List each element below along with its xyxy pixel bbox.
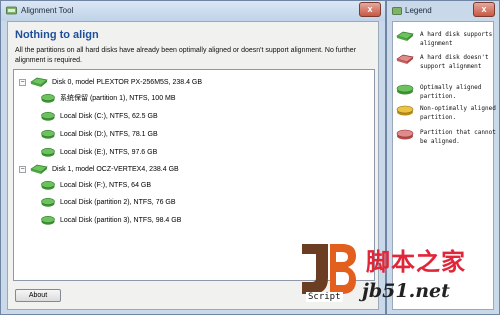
legend-text: Non-optimally aligned partition. [420, 105, 496, 121]
window-title: Alignment Tool [21, 6, 74, 15]
tree-partition[interactable]: Local Disk (F:), NTFS, 64 GB [41, 178, 151, 192]
partition-label: Local Disk (partition 2), NTFS, 76 GB [60, 198, 176, 206]
partition-aligned-icon [41, 197, 55, 207]
tree-partition[interactable]: Local Disk (D:), NTFS, 78.1 GB [41, 127, 158, 141]
partition-label: Local Disk (D:), NTFS, 78.1 GB [60, 130, 158, 138]
partition-aligned-icon [396, 84, 414, 95]
partition-aligned-icon [41, 93, 55, 103]
title-bar[interactable]: Alignment Tool x [1, 1, 385, 21]
tree-disk-0[interactable]: − Disk 0, model PLEXTOR PX-256M5S, 238.4… [19, 75, 202, 89]
tree-partition[interactable]: 系统保留 (partition 1), NTFS, 100 MB [41, 91, 176, 105]
partition-label: 系统保留 (partition 1), NTFS, 100 MB [60, 95, 176, 102]
partition-aligned-icon [41, 111, 55, 121]
app-icon [6, 6, 17, 15]
partition-aligned-icon [41, 129, 55, 139]
collapse-toggle[interactable]: − [19, 165, 26, 173]
partition-aligned-icon [41, 215, 55, 225]
description-text: All the partitions on all hard disks hav… [15, 47, 357, 64]
legend-item: Partition that cannot be aligned. [396, 128, 496, 146]
legend-close-button[interactable]: x [473, 2, 495, 17]
disk-label: Disk 0, model PLEXTOR PX-256M5S, 238.4 G… [52, 78, 203, 86]
hard-disk-icon [30, 164, 48, 174]
legend-app-icon [392, 7, 402, 15]
legend-text: A hard disk doesn't support alignment [420, 54, 489, 70]
partition-aligned-icon [41, 180, 55, 190]
tree-partition[interactable]: Local Disk (C:), NTFS, 62.5 GB [41, 109, 158, 123]
tree-disk-1[interactable]: − Disk 1, model OCZ-VERTEX4, 238.4 GB [19, 162, 179, 176]
hard-disk-icon [30, 77, 48, 87]
watermark-script: Script [306, 292, 343, 302]
watermark-cn: 脚本之家 [366, 248, 466, 276]
legend-item: A hard disk supports alignment [396, 30, 496, 48]
watermark-url: jb51.net [362, 280, 450, 302]
partition-not-aligned-icon [396, 105, 414, 116]
tree-partition[interactable]: Local Disk (partition 3), NTFS, 98.4 GB [41, 213, 181, 227]
partition-label: Local Disk (partition 3), NTFS, 98.4 GB [60, 216, 182, 224]
tree-partition[interactable]: Local Disk (E:), NTFS, 97.6 GB [41, 145, 157, 159]
legend-text: A hard disk supports alignment [420, 31, 493, 47]
page-heading: Nothing to align [15, 29, 99, 41]
legend-item: A hard disk doesn't support alignment [396, 53, 496, 71]
partition-aligned-icon [41, 147, 55, 157]
collapse-toggle[interactable]: − [19, 78, 26, 86]
disk-label: Disk 1, model OCZ-VERTEX4, 238.4 GB [52, 165, 179, 173]
partition-label: Local Disk (E:), NTFS, 97.6 GB [60, 148, 158, 156]
disk-unsupported-icon [396, 54, 414, 64]
disk-supported-icon [396, 31, 414, 41]
partition-cannot-align-icon [396, 129, 414, 140]
about-button[interactable]: About [15, 289, 61, 302]
jb51-logo-icon [302, 244, 356, 294]
legend-item: Non-optimally aligned partition. [396, 104, 496, 122]
legend-item: Optimally aligned partition. [396, 83, 496, 101]
legend-text: Partition that cannot be aligned. [420, 129, 496, 145]
watermark: Script 脚本之家 jb51.net [298, 240, 498, 310]
close-button[interactable]: x [359, 2, 381, 17]
partition-label: Local Disk (F:), NTFS, 64 GB [60, 181, 152, 189]
partition-label: Local Disk (C:), NTFS, 62.5 GB [60, 112, 158, 120]
legend-title: Legend [405, 6, 432, 15]
legend-text: Optimally aligned partition. [420, 84, 482, 100]
tree-partition[interactable]: Local Disk (partition 2), NTFS, 76 GB [41, 195, 176, 209]
